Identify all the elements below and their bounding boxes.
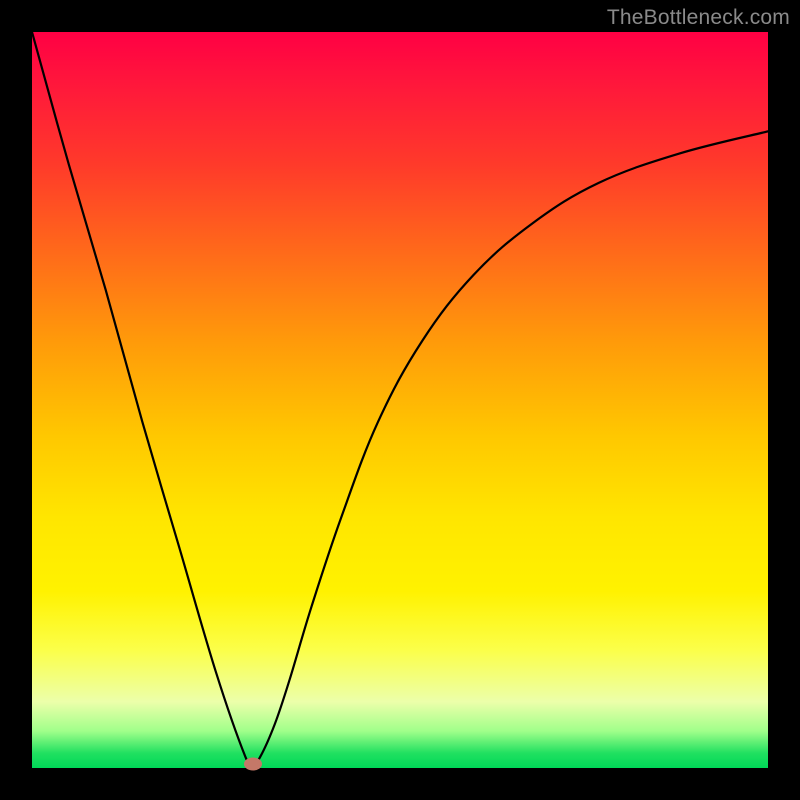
optimal-point-marker — [244, 758, 262, 771]
watermark-text: TheBottleneck.com — [607, 6, 790, 30]
plot-area — [32, 32, 768, 768]
chart-container: TheBottleneck.com — [0, 0, 800, 800]
bottleneck-curve — [32, 32, 768, 768]
